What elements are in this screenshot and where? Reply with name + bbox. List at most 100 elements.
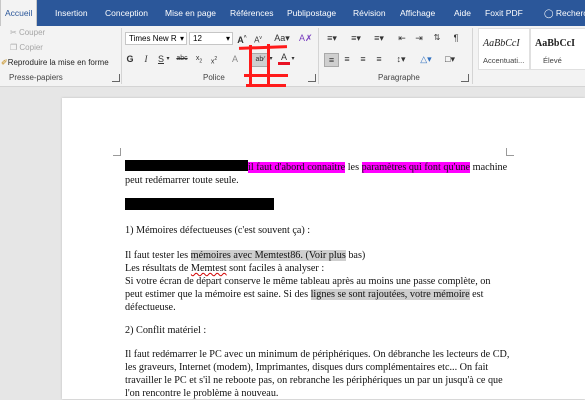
italic-icon[interactable]: I — [141, 53, 151, 65]
change-case-label: Aa — [274, 33, 286, 43]
copy-button[interactable]: ❐ Copier — [10, 43, 43, 52]
doc-line: Les résultats de Memtest sont faciles à … — [125, 262, 324, 275]
decrease-indent-icon[interactable]: ⇤ — [396, 32, 408, 44]
borders-icon[interactable]: □▾ — [442, 53, 458, 65]
doc-text: sont faciles à analyser : — [226, 263, 325, 274]
doc-line: il faut d'abord connaitre les paramètres… — [125, 160, 507, 174]
tab-aide[interactable]: Aide — [450, 0, 475, 26]
scissors-icon: ✂ — [10, 28, 17, 37]
doc-text: Les résultats de — [125, 263, 191, 274]
paintbrush-icon: ✐ — [1, 58, 8, 67]
tab-insertion[interactable]: Insertion — [51, 0, 92, 26]
doc-text: machine — [470, 162, 508, 173]
tab-affichage[interactable]: Affichage — [396, 0, 439, 26]
doc-line: travailler le PC et s'il ne reboote pas,… — [125, 375, 503, 386]
clipboard-group-label: Presse-papiers — [9, 73, 63, 82]
line-spacing-icon[interactable]: ↕▾ — [393, 53, 409, 65]
style-name: Accentuati... — [483, 56, 525, 65]
font-size-value: 12 — [193, 34, 202, 43]
align-center-icon[interactable]: ≡ — [341, 53, 353, 65]
chevron-down-icon[interactable]: ▾ — [290, 53, 296, 65]
lightbulb-icon: ◯ — [544, 8, 554, 18]
align-right-icon[interactable]: ≡ — [357, 53, 369, 65]
format-painter-button[interactable]: ✐Reproduire la mise en forme — [1, 58, 109, 67]
doc-line: les graveurs, Internet (modem), Impriman… — [125, 362, 489, 373]
font-size-combo[interactable]: 12 ▾ — [189, 32, 233, 45]
doc-text: Il faut tester les — [125, 250, 191, 261]
clear-formatting-icon[interactable]: A✗ — [299, 32, 313, 44]
tab-foxit-pdf[interactable]: Foxit PDF — [481, 0, 527, 26]
style-accentuation[interactable]: AaBbCcI Accentuati... — [478, 28, 530, 70]
doc-text: est — [469, 289, 484, 300]
tab-publipostage[interactable]: Publipostage — [283, 0, 340, 26]
misspelled-word[interactable]: Memtest — [191, 263, 227, 274]
font-group-label: Police — [203, 73, 225, 82]
sort-icon[interactable]: ⇅ — [431, 32, 443, 44]
highlighted-text: lignes se sont rajoutées, votre mémoire — [310, 289, 470, 300]
increase-indent-icon[interactable]: ⇥ — [413, 32, 425, 44]
doc-line: défectueuse. — [125, 302, 176, 313]
font-name-value: Times New R — [129, 34, 177, 43]
doc-line: peut redémarrer toute seule. — [125, 175, 239, 186]
group-separator — [318, 28, 319, 84]
chevron-down-icon: ▾ — [225, 34, 230, 43]
tab-conception[interactable]: Conception — [101, 0, 152, 26]
doc-line: Il faut redémarrer le PC avec un minimum… — [125, 349, 510, 360]
style-sample: AaBbCcI — [483, 38, 520, 49]
margin-mark — [113, 148, 121, 156]
superscript-icon[interactable]: x2 — [208, 53, 220, 68]
clipboard-launcher-icon[interactable] — [112, 74, 120, 82]
section-heading: 2) Conflit matériel : — [125, 325, 207, 336]
numbering-icon[interactable]: ≡▾ — [348, 32, 364, 44]
copy-icon: ❐ — [10, 43, 18, 52]
cut-label: Couper — [18, 28, 46, 37]
shrink-font-icon[interactable]: Av — [252, 32, 264, 47]
highlighted-text: mémoires avec Memtest86. (Voir plus — [190, 250, 346, 261]
group-separator — [121, 28, 122, 84]
font-launcher-icon[interactable] — [308, 74, 316, 82]
style-name: Élevé — [543, 56, 562, 65]
change-case-button[interactable]: Aa▾ — [271, 32, 293, 44]
tell-me-search[interactable]: ◯ Recherche — [540, 0, 585, 26]
bullets-icon[interactable]: ≡▾ — [324, 32, 340, 44]
doc-text: peut estimer que la mémoire est saine. S… — [125, 289, 311, 300]
shading-icon[interactable]: △▾ — [418, 53, 434, 65]
chevron-down-icon: ▾ — [179, 34, 184, 43]
font-color-icon[interactable]: A — [278, 53, 290, 65]
tell-me-label: Recherche — [555, 8, 585, 18]
redaction-block — [125, 160, 248, 171]
doc-line: Si votre écran de départ conserve le mêm… — [125, 276, 491, 287]
ribbon-tab-bar: Accueil Insertion Conception Mise en pag… — [0, 0, 585, 26]
show-formatting-icon[interactable]: ¶ — [450, 32, 462, 44]
ribbon-home: ✂ Couper ❐ Copier ✐Reproduire la mise en… — [0, 26, 585, 87]
style-sample: AaBbCcI — [535, 38, 576, 49]
redaction-block — [125, 198, 274, 210]
tab-references[interactable]: Références — [226, 0, 277, 26]
margin-mark — [506, 148, 514, 156]
highlighted-text: paramètres qui font qu'une — [361, 162, 471, 173]
doc-line: l'on rencontre le problème à nouveau. — [125, 388, 279, 399]
justify-icon[interactable]: ≡ — [373, 53, 385, 65]
cut-button[interactable]: ✂ Couper — [10, 28, 45, 37]
align-left-icon[interactable]: ≡ — [324, 53, 339, 67]
chevron-down-icon[interactable]: ▾ — [165, 53, 171, 65]
grow-font-icon[interactable]: A^ — [236, 32, 248, 46]
tab-accueil[interactable]: Accueil — [0, 0, 38, 26]
tab-revision[interactable]: Révision — [349, 0, 390, 26]
text-effects-icon[interactable]: A — [229, 53, 241, 65]
bold-icon[interactable]: G — [125, 53, 135, 65]
annotation-stroke — [244, 74, 288, 77]
highlighted-text: il faut d'abord connaitre — [248, 162, 346, 173]
paragraph-launcher-icon[interactable] — [461, 74, 469, 82]
paragraph-group-label: Paragraphe — [378, 73, 420, 82]
copy-label: Copier — [19, 43, 43, 52]
strikethrough-icon[interactable]: abc — [175, 53, 189, 65]
group-separator — [472, 28, 473, 84]
doc-line: peut estimer que la mémoire est saine. S… — [125, 288, 483, 301]
font-name-combo[interactable]: Times New R ▾ — [125, 32, 187, 45]
style-eleve[interactable]: AaBbCcI Élevé — [530, 28, 585, 70]
subscript-icon[interactable]: x2 — [193, 53, 205, 67]
doc-text: les — [345, 162, 362, 173]
tab-mise-en-page[interactable]: Mise en page — [161, 0, 220, 26]
multilevel-list-icon[interactable]: ≡▾ — [371, 32, 387, 44]
